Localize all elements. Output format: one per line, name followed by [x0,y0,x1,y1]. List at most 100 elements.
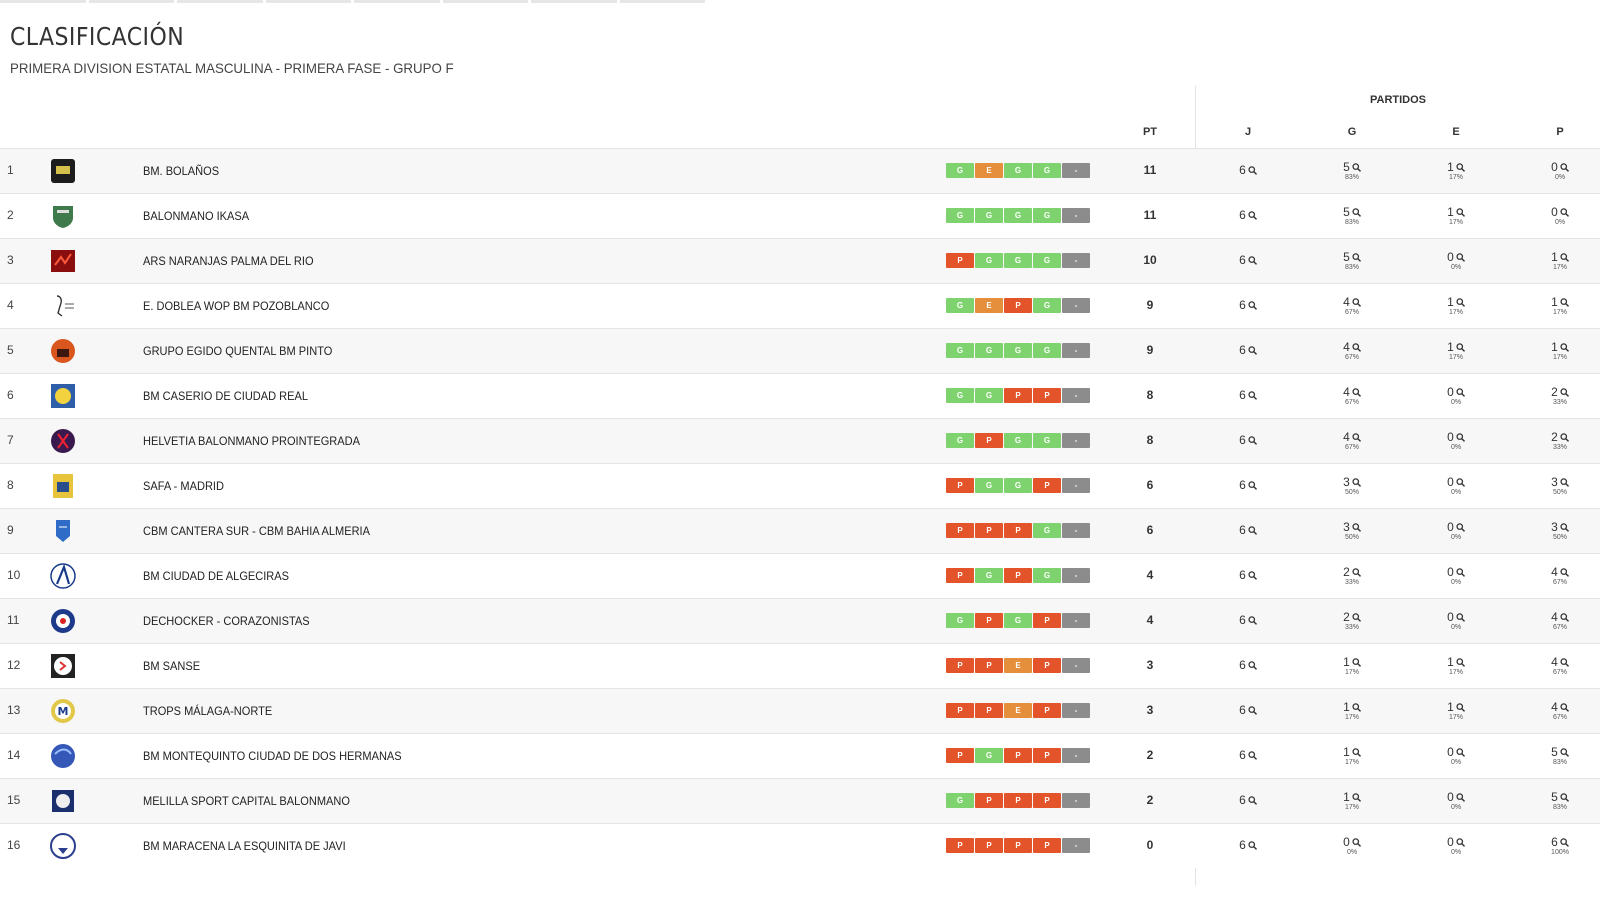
table-row[interactable]: 1 BM. BOLAÑOS GEGG- 11 6 5 83% 1 17% 0 0% [0,148,1600,193]
magnifier-icon[interactable] [1456,793,1465,802]
magnifier-icon[interactable] [1248,211,1257,220]
team-name[interactable]: BM MONTEQUINTO CIUDAD DE DOS HERMANAS [143,749,402,763]
magnifier-icon[interactable] [1456,613,1465,622]
magnifier-icon[interactable] [1352,253,1361,262]
magnifier-icon[interactable] [1352,793,1361,802]
magnifier-icon[interactable] [1456,703,1465,712]
magnifier-icon[interactable] [1456,568,1465,577]
magnifier-icon[interactable] [1352,568,1361,577]
table-row[interactable]: 14 BM MONTEQUINTO CIUDAD DE DOS HERMANAS… [0,733,1600,778]
magnifier-icon[interactable] [1560,703,1569,712]
table-row[interactable]: 11 DECHOCKER - CORAZONISTAS GPGP- 4 6 23… [0,598,1600,643]
magnifier-icon[interactable] [1248,661,1257,670]
top-tab[interactable] [619,0,705,3]
magnifier-icon[interactable] [1248,346,1257,355]
magnifier-icon[interactable] [1456,298,1465,307]
team-name[interactable]: ARS NARANJAS PALMA DEL RIO [143,254,314,268]
column-header-e[interactable]: E [1452,126,1459,138]
table-row[interactable]: 8 SAFA - MADRID PGGP- 6 6 3 50% 0 0% 3 50% [0,463,1600,508]
magnifier-icon[interactable] [1560,748,1569,757]
magnifier-icon[interactable] [1248,166,1257,175]
column-header-p[interactable]: P [1556,126,1563,138]
table-row[interactable]: 16 BM MARACENA LA ESQUINITA DE JAVI PPPP… [0,823,1600,868]
magnifier-icon[interactable] [1352,838,1361,847]
table-row[interactable]: 13 M TROPS MÁLAGA-NORTE PPEP- 3 6 1 17% 1… [0,688,1600,733]
magnifier-icon[interactable] [1456,388,1465,397]
magnifier-icon[interactable] [1352,163,1361,172]
magnifier-icon[interactable] [1248,841,1257,850]
team-name[interactable]: TROPS MÁLAGA-NORTE [143,704,272,718]
team-name[interactable]: HELVETIA BALONMANO PROINTEGRADA [143,434,360,448]
magnifier-icon[interactable] [1456,838,1465,847]
top-tab[interactable] [0,0,86,3]
magnifier-icon[interactable] [1248,751,1257,760]
magnifier-icon[interactable] [1456,433,1465,442]
magnifier-icon[interactable] [1248,526,1257,535]
magnifier-icon[interactable] [1560,298,1569,307]
magnifier-icon[interactable] [1456,478,1465,487]
magnifier-icon[interactable] [1456,343,1465,352]
magnifier-icon[interactable] [1248,436,1257,445]
table-row[interactable]: 10 BM CIUDAD DE ALGECIRAS PGPG- 4 6 2 33%… [0,553,1600,598]
magnifier-icon[interactable] [1560,343,1569,352]
magnifier-icon[interactable] [1352,433,1361,442]
magnifier-icon[interactable] [1560,838,1569,847]
magnifier-icon[interactable] [1560,163,1569,172]
table-row[interactable]: 3 ARS NARANJAS PALMA DEL RIO PGGG- 10 6 … [0,238,1600,283]
team-name[interactable]: BM MARACENA LA ESQUINITA DE JAVI [143,839,346,853]
column-header-j[interactable]: J [1245,126,1251,138]
magnifier-icon[interactable] [1560,478,1569,487]
column-header-g[interactable]: G [1348,126,1357,138]
table-row[interactable]: 6 BM CASERIO DE CIUDAD REAL GGPP- 8 6 46… [0,373,1600,418]
magnifier-icon[interactable] [1456,658,1465,667]
magnifier-icon[interactable] [1248,391,1257,400]
magnifier-icon[interactable] [1248,301,1257,310]
magnifier-icon[interactable] [1248,256,1257,265]
magnifier-icon[interactable] [1456,163,1465,172]
magnifier-icon[interactable] [1248,616,1257,625]
top-tab[interactable] [265,0,351,3]
top-tab[interactable] [88,0,174,3]
magnifier-icon[interactable] [1560,793,1569,802]
magnifier-icon[interactable] [1456,253,1465,262]
magnifier-icon[interactable] [1456,523,1465,532]
magnifier-icon[interactable] [1352,703,1361,712]
team-name[interactable]: E. DOBLEA WOP BM POZOBLANCO [143,299,329,313]
team-name[interactable]: SAFA - MADRID [143,479,224,493]
magnifier-icon[interactable] [1248,571,1257,580]
magnifier-icon[interactable] [1352,613,1361,622]
top-tab[interactable] [177,0,263,3]
magnifier-icon[interactable] [1352,523,1361,532]
top-tab[interactable] [354,0,440,3]
magnifier-icon[interactable] [1248,481,1257,490]
team-name[interactable]: MELILLA SPORT CAPITAL BALONMANO [143,794,350,808]
magnifier-icon[interactable] [1456,208,1465,217]
magnifier-icon[interactable] [1352,478,1361,487]
team-name[interactable]: BM CASERIO DE CIUDAD REAL [143,389,308,403]
team-name[interactable]: BM SANSE [143,659,200,673]
table-row[interactable]: 2 BALONMANO IKASA GGGG- 11 6 5 83% 1 17% 0… [0,193,1600,238]
magnifier-icon[interactable] [1352,658,1361,667]
column-header-pt[interactable]: PT [1143,126,1157,138]
top-tab[interactable] [442,0,528,3]
team-name[interactable]: CBM CANTERA SUR - CBM BAHIA ALMERIA [143,524,370,538]
magnifier-icon[interactable] [1456,748,1465,757]
team-name[interactable]: BALONMANO IKASA [143,209,249,223]
table-row[interactable]: 4 E. DOBLEA WOP BM POZOBLANCO GEPG- 9 6 … [0,283,1600,328]
table-row[interactable]: 9 CBM CANTERA SUR - CBM BAHIA ALMERIA PP… [0,508,1600,553]
table-row[interactable]: 15 MELILLA SPORT CAPITAL BALONMANO GPPP-… [0,778,1600,823]
table-row[interactable]: 5 GRUPO EGIDO QUENTAL BM PINTO GGGG- 9 6… [0,328,1600,373]
magnifier-icon[interactable] [1560,208,1569,217]
team-name[interactable]: BM CIUDAD DE ALGECIRAS [143,569,289,583]
table-row[interactable]: 7 HELVETIA BALONMANO PROINTEGRADA GPGG- … [0,418,1600,463]
magnifier-icon[interactable] [1352,388,1361,397]
magnifier-icon[interactable] [1560,523,1569,532]
team-name[interactable]: GRUPO EGIDO QUENTAL BM PINTO [143,344,332,358]
magnifier-icon[interactable] [1248,706,1257,715]
magnifier-icon[interactable] [1560,253,1569,262]
magnifier-icon[interactable] [1248,796,1257,805]
magnifier-icon[interactable] [1560,388,1569,397]
table-row[interactable]: 12 BM SANSE PPEP- 3 6 1 17% 1 17% 4 67% [0,643,1600,688]
top-tab[interactable] [531,0,617,3]
magnifier-icon[interactable] [1352,748,1361,757]
